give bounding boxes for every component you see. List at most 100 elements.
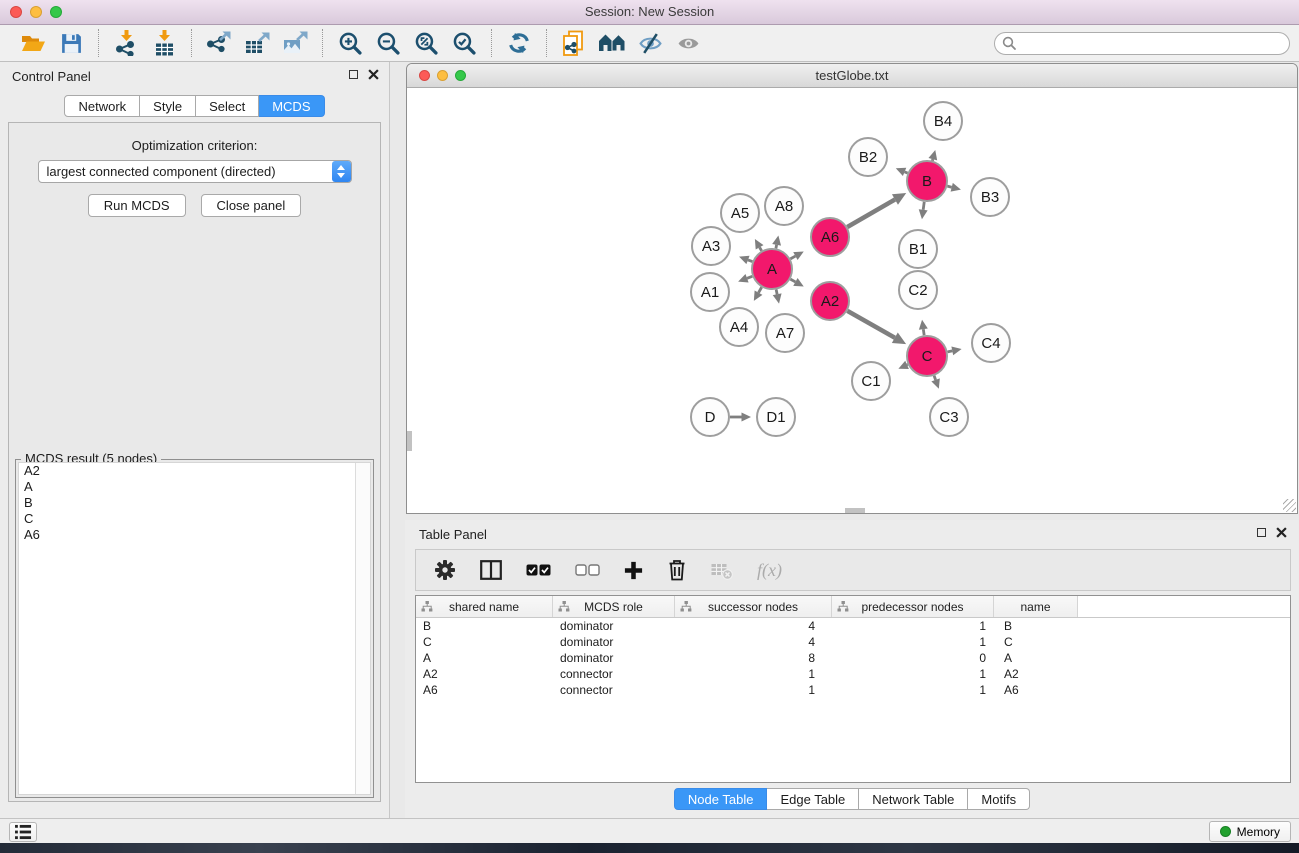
table-row[interactable]: Bdominator41B: [416, 618, 1290, 634]
mcds-result-list[interactable]: A2ABCA6: [18, 462, 371, 795]
hide-selected-button[interactable]: [631, 27, 669, 59]
delete-columns-button[interactable]: [667, 555, 687, 585]
deselect-all-columns-button[interactable]: [575, 555, 600, 585]
zoom-selected-button[interactable]: [445, 27, 483, 59]
graph-node-A1[interactable]: A1: [691, 273, 729, 311]
column-header-successor-nodes[interactable]: successor nodes: [675, 596, 832, 617]
graph-node-A5[interactable]: A5: [721, 194, 759, 232]
graph-node-A8[interactable]: A8: [765, 187, 803, 225]
graph-node-D1[interactable]: D1: [757, 398, 795, 436]
graph-edge-C-C4[interactable]: [948, 351, 953, 352]
graph-node-A6[interactable]: A6: [811, 218, 849, 256]
delete-table-button[interactable]: [711, 555, 733, 585]
export-image-button[interactable]: [276, 27, 314, 59]
show-all-button[interactable]: [669, 27, 707, 59]
import-network-button[interactable]: [107, 27, 145, 59]
graph-edge-B-B3[interactable]: [947, 186, 951, 187]
column-header-predecessor-nodes[interactable]: predecessor nodes: [832, 596, 994, 617]
graph-node-C3[interactable]: C3: [930, 398, 968, 436]
table-row[interactable]: Cdominator41C: [416, 634, 1290, 650]
graph-node-A[interactable]: A: [752, 249, 792, 289]
graph-node-B2[interactable]: B2: [849, 138, 887, 176]
zoom-fit-button[interactable]: [407, 27, 445, 59]
graph-edge-C-C2[interactable]: [923, 329, 924, 335]
close-panel-button[interactable]: Close panel: [201, 194, 302, 217]
graph-node-A2[interactable]: A2: [811, 282, 849, 320]
function-builder-button[interactable]: f(x): [757, 555, 782, 585]
graph-edge-C-C3[interactable]: [934, 376, 935, 380]
graph-node-C2[interactable]: C2: [899, 271, 937, 309]
graph-node-C4[interactable]: C4: [972, 324, 1010, 362]
graph-node-A4[interactable]: A4: [720, 308, 758, 346]
vertical-scroll-nub[interactable]: [407, 431, 412, 451]
float-panel-icon[interactable]: [349, 70, 358, 79]
graph-node-B3[interactable]: B3: [971, 178, 1009, 216]
add-column-button[interactable]: [624, 555, 643, 585]
float-panel-icon[interactable]: [1257, 528, 1266, 537]
graph-edge-A-A4[interactable]: [759, 287, 762, 292]
select-all-columns-button[interactable]: [526, 555, 551, 585]
tab-style[interactable]: Style: [140, 95, 196, 117]
graph-node-B[interactable]: B: [907, 161, 947, 201]
graph-edge-A6-B[interactable]: [847, 199, 895, 227]
tab-edge-table[interactable]: Edge Table: [767, 788, 859, 810]
memory-button[interactable]: Memory: [1209, 821, 1291, 842]
first-neighbors-button[interactable]: [593, 27, 631, 59]
horizontal-scroll-nub[interactable]: [845, 508, 865, 513]
column-header-name[interactable]: name: [994, 596, 1078, 617]
table-row[interactable]: Adominator80A: [416, 650, 1290, 666]
run-mcds-button[interactable]: Run MCDS: [88, 194, 186, 217]
graph-edge-A-A7[interactable]: [776, 290, 777, 295]
import-table-button[interactable]: [145, 27, 183, 59]
tab-motifs[interactable]: Motifs: [968, 788, 1030, 810]
graph-edge-A-A5[interactable]: [760, 247, 762, 250]
table-row[interactable]: A2connector11A2: [416, 666, 1290, 682]
graph-node-C1[interactable]: C1: [852, 362, 890, 400]
graph-node-C[interactable]: C: [907, 336, 947, 376]
graph-edge-A-A8[interactable]: [776, 245, 777, 249]
close-panel-icon[interactable]: [1276, 527, 1287, 538]
graph-edge-A-A3[interactable]: [748, 260, 752, 262]
tab-network[interactable]: Network: [64, 95, 140, 117]
graph-edge-A-A2[interactable]: [790, 279, 795, 282]
export-network-button[interactable]: [200, 27, 238, 59]
close-panel-icon[interactable]: [368, 69, 379, 80]
table-row[interactable]: A6connector11A6: [416, 682, 1290, 698]
export-table-button[interactable]: [238, 27, 276, 59]
column-header-mcds-role[interactable]: MCDS role: [553, 596, 675, 617]
mcds-result-item[interactable]: A2: [19, 463, 370, 479]
resize-grip[interactable]: [1283, 499, 1296, 512]
zoom-out-button[interactable]: [369, 27, 407, 59]
tab-node-table[interactable]: Node Table: [674, 788, 768, 810]
tab-network-table[interactable]: Network Table: [859, 788, 968, 810]
network-window-titlebar[interactable]: testGlobe.txt: [407, 64, 1297, 88]
new-network-from-selection-button[interactable]: [555, 27, 593, 59]
optimization-criterion-dropdown[interactable]: largest connected component (directed): [38, 160, 352, 183]
search-input[interactable]: [994, 32, 1290, 55]
graph-edge-A2-C[interactable]: [847, 311, 894, 338]
graph-node-D[interactable]: D: [691, 398, 729, 436]
mcds-result-item[interactable]: C: [19, 511, 370, 527]
table-settings-button[interactable]: [434, 555, 456, 585]
open-session-button[interactable]: [14, 27, 52, 59]
tab-select[interactable]: Select: [196, 95, 259, 117]
column-header-shared-name[interactable]: shared name: [416, 596, 553, 617]
refresh-button[interactable]: [500, 27, 538, 59]
task-history-button[interactable]: [9, 822, 37, 842]
result-list-scrollbar[interactable]: [355, 463, 370, 794]
zoom-in-button[interactable]: [331, 27, 369, 59]
mcds-result-item[interactable]: B: [19, 495, 370, 511]
show-column-panel-button[interactable]: [480, 555, 502, 585]
mcds-result-item[interactable]: A: [19, 479, 370, 495]
graph-edge-A-A6[interactable]: [790, 256, 795, 259]
graph-node-B1[interactable]: B1: [899, 230, 937, 268]
graph-node-A3[interactable]: A3: [692, 227, 730, 265]
network-canvas[interactable]: B4 B2 B B3 A8A5 A6 A3 B1 A A1 C2 A2 A4A7 C4 C C1 C3 D D1: [407, 88, 1297, 513]
graph-node-B4[interactable]: B4: [924, 102, 962, 140]
save-session-button[interactable]: [52, 27, 90, 59]
graph-edge-B-B2[interactable]: [905, 172, 908, 173]
graph-node-A7[interactable]: A7: [766, 314, 804, 352]
graph-edge-A-A1[interactable]: [747, 276, 752, 278]
graph-edge-B-B1[interactable]: [923, 202, 924, 210]
mcds-result-item[interactable]: A6: [19, 527, 370, 543]
